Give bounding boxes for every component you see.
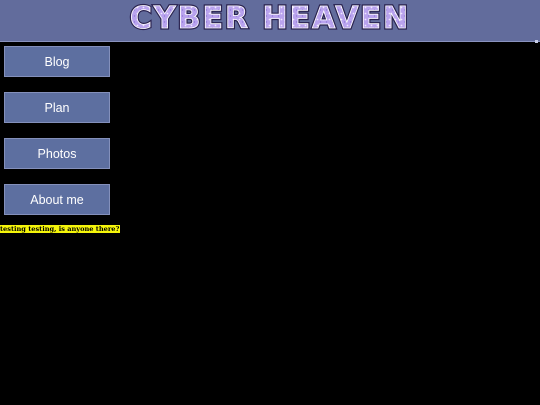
nav-button-plan[interactable]: Plan <box>4 92 110 123</box>
nav-button-label: About me <box>30 192 84 207</box>
nav-button-label: Photos <box>37 146 77 161</box>
site-logo: CYBER HEAVEN CYBER HEAVEN <box>128 0 410 34</box>
nav-button-blog[interactable]: Blog <box>4 46 110 77</box>
scrollbar-handle[interactable] <box>535 40 538 43</box>
logo-text-highlight: CYBER HEAVEN <box>130 1 410 34</box>
site-header: CYBER HEAVEN CYBER HEAVEN <box>0 0 540 42</box>
sidebar-nav: Blog Plan Photos About me <box>4 46 110 230</box>
nav-button-label: Plan <box>44 100 70 115</box>
nav-button-photos[interactable]: Photos <box>4 138 110 169</box>
nav-button-label: Blog <box>44 54 70 69</box>
highlighted-test-text: testing testing, is anyone there? <box>0 225 121 233</box>
nav-button-about-me[interactable]: About me <box>4 184 110 215</box>
